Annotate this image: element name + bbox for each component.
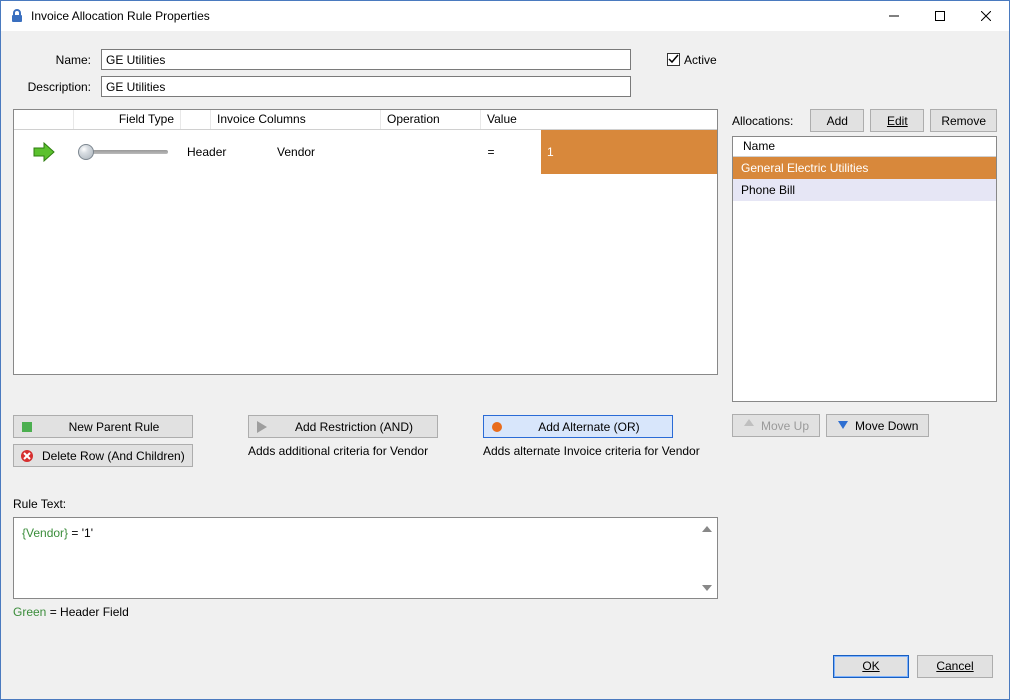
grid-header-field-type: Field Type bbox=[74, 110, 181, 129]
dialog-window: Invoice Allocation Rule Properties Name:… bbox=[0, 0, 1010, 700]
allocations-list[interactable]: Name General Electric Utilities Phone Bi… bbox=[732, 136, 997, 402]
scroll-down-button[interactable] bbox=[698, 579, 715, 596]
cancel-button[interactable]: Cancel bbox=[917, 655, 993, 678]
window-title: Invoice Allocation Rule Properties bbox=[31, 9, 210, 23]
slider-knob-icon bbox=[78, 144, 94, 160]
allocation-item-label: Phone Bill bbox=[741, 183, 795, 197]
new-parent-rule-label: New Parent Rule bbox=[42, 420, 186, 434]
add-restriction-button[interactable]: Add Restriction (AND) bbox=[248, 415, 438, 438]
move-down-label: Move Down bbox=[855, 419, 918, 433]
allocations-move-toolbar: Move Up Move Down bbox=[732, 414, 997, 437]
active-label: Active bbox=[684, 53, 717, 67]
cell-value[interactable]: 1 bbox=[541, 130, 717, 174]
move-up-button[interactable]: Move Up bbox=[732, 414, 820, 437]
legend-rest: = Header Field bbox=[46, 605, 128, 619]
delete-row-button[interactable]: Delete Row (And Children) bbox=[13, 444, 193, 467]
arrow-up-icon bbox=[743, 418, 755, 433]
allocations-name-header: Name bbox=[733, 137, 996, 157]
arrow-down-icon bbox=[837, 418, 849, 433]
rule-text-label: Rule Text: bbox=[13, 497, 718, 511]
add-alternate-hint: Adds alternate Invoice criteria for Vend… bbox=[483, 444, 718, 458]
cancel-label: Cancel bbox=[936, 659, 973, 673]
allocations-label: Allocations: bbox=[732, 114, 793, 128]
rule-text-box[interactable]: {Vendor} = '1' bbox=[13, 517, 718, 599]
grid-header-value: Value bbox=[481, 110, 717, 129]
move-down-button[interactable]: Move Down bbox=[826, 414, 929, 437]
dialog-footer: OK Cancel bbox=[13, 647, 997, 689]
indent-slider[interactable] bbox=[82, 150, 168, 154]
play-icon bbox=[255, 420, 269, 434]
maximize-button[interactable] bbox=[917, 1, 963, 31]
cell-field-type: Header bbox=[181, 130, 271, 174]
green-square-icon bbox=[20, 420, 34, 434]
allocations-panel: Allocations: Add Edit Remove Name Genera… bbox=[732, 109, 997, 619]
allocation-edit-label: Edit bbox=[887, 114, 908, 128]
rule-text-legend: Green = Header Field bbox=[13, 605, 718, 619]
active-checkbox[interactable]: Active bbox=[667, 53, 997, 67]
grid-header-invoice-columns: Invoice Columns bbox=[211, 110, 381, 129]
orange-circle-icon bbox=[490, 420, 504, 434]
minimize-button[interactable] bbox=[871, 1, 917, 31]
allocation-item[interactable]: Phone Bill bbox=[733, 179, 996, 201]
grid-header-row: Field Type Invoice Columns Operation Val… bbox=[14, 110, 717, 130]
move-up-label: Move Up bbox=[761, 419, 809, 433]
add-alternate-button[interactable]: Add Alternate (OR) bbox=[483, 415, 673, 438]
rule-text-vendor-token: {Vendor} bbox=[22, 526, 68, 540]
titlebar: Invoice Allocation Rule Properties bbox=[1, 1, 1009, 31]
legend-green-word: Green bbox=[13, 605, 46, 619]
add-restriction-hint: Adds additional criteria for Vendor bbox=[248, 444, 461, 458]
client-area: Name: Active Description: Field Type Inv… bbox=[1, 31, 1009, 699]
cell-invoice-column: Vendor bbox=[271, 130, 441, 174]
grid-row[interactable]: Header Vendor = 1 bbox=[14, 130, 717, 174]
name-label: Name: bbox=[13, 53, 95, 67]
app-lock-icon bbox=[9, 8, 25, 24]
rule-text-content: {Vendor} = '1' bbox=[22, 526, 693, 540]
delete-row-label: Delete Row (And Children) bbox=[42, 449, 185, 463]
scroll-up-button[interactable] bbox=[698, 520, 715, 537]
allocation-remove-button[interactable]: Remove bbox=[930, 109, 997, 132]
close-button[interactable] bbox=[963, 1, 1009, 31]
allocation-add-button[interactable]: Add bbox=[810, 109, 864, 132]
cell-operation: = bbox=[441, 130, 541, 174]
ok-button[interactable]: OK bbox=[833, 655, 909, 678]
middle-area: Field Type Invoice Columns Operation Val… bbox=[13, 109, 997, 619]
allocation-edit-button[interactable]: Edit bbox=[870, 109, 924, 132]
add-restriction-label: Add Restriction (AND) bbox=[277, 420, 431, 434]
allocation-add-label: Add bbox=[827, 114, 848, 128]
description-input[interactable] bbox=[101, 76, 631, 97]
form-area: Name: Active Description: bbox=[13, 49, 997, 97]
current-row-arrow-icon bbox=[32, 142, 56, 162]
new-parent-rule-button[interactable]: New Parent Rule bbox=[13, 415, 193, 438]
allocation-item[interactable]: General Electric Utilities bbox=[733, 157, 996, 179]
description-label: Description: bbox=[13, 80, 95, 94]
allocations-toolbar: Allocations: Add Edit Remove bbox=[732, 109, 997, 132]
rules-grid[interactable]: Field Type Invoice Columns Operation Val… bbox=[13, 109, 718, 375]
rules-panel: Field Type Invoice Columns Operation Val… bbox=[13, 109, 718, 619]
delete-icon bbox=[20, 449, 34, 463]
rule-toolbar: New Parent Rule Delete Row (And Children… bbox=[13, 415, 718, 467]
add-alternate-label: Add Alternate (OR) bbox=[512, 420, 666, 434]
rule-text-area: Rule Text: {Vendor} = '1' Green = Header… bbox=[13, 497, 718, 619]
allocation-remove-label: Remove bbox=[941, 114, 986, 128]
allocation-item-label: General Electric Utilities bbox=[741, 161, 868, 175]
grid-header-operation: Operation bbox=[381, 110, 481, 129]
checkbox-icon bbox=[667, 53, 680, 66]
rule-text-rest: = '1' bbox=[68, 526, 93, 540]
name-input[interactable] bbox=[101, 49, 631, 70]
ok-label: OK bbox=[862, 659, 879, 673]
